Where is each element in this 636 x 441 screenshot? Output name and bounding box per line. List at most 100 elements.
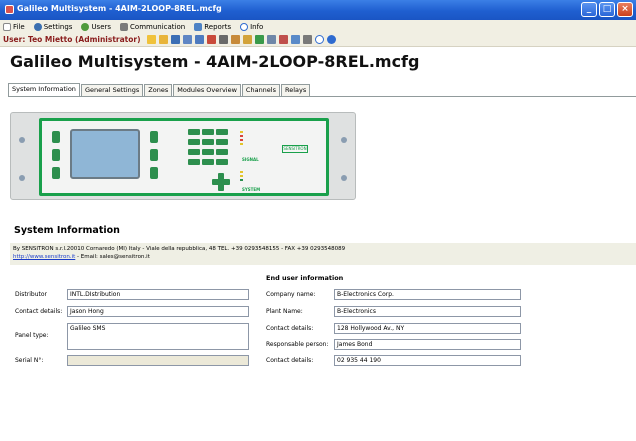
menu-label: File (13, 22, 25, 31)
mount-hole (341, 175, 347, 181)
tab-system-information[interactable]: System Information (8, 83, 80, 96)
keypad-key (216, 139, 228, 145)
page-title: Galileo Multisystem - 4AIM-2LOOP-8REL.mc… (10, 52, 420, 71)
keypad-key (188, 129, 200, 135)
tab-channels[interactable]: Channels (241, 84, 280, 96)
new-icon[interactable] (146, 35, 156, 44)
print-icon[interactable] (302, 35, 312, 44)
tab-general-settings[interactable]: General Settings (80, 84, 144, 96)
panel-type-field[interactable]: Galileo SMS (67, 323, 249, 350)
tab-divider (8, 96, 636, 97)
distributor-field[interactable]: INTL.DIstribution (67, 289, 249, 300)
tab-zones[interactable]: Zones (144, 84, 173, 96)
toolbar: User: Teo Mietto (Administrator) (0, 33, 636, 47)
minimize-button[interactable]: _ (581, 2, 597, 17)
close-button[interactable]: × (617, 2, 633, 17)
menu-bar: File Settings Users Communication Report… (0, 20, 636, 33)
device-front: SIGNAL SYSTEM SENSITRON (39, 118, 329, 196)
compare-icon[interactable] (194, 35, 204, 44)
info-small-icon[interactable] (314, 35, 324, 44)
contact-details-field[interactable]: Jason Hong (67, 306, 249, 317)
keypad-key (202, 149, 214, 155)
device-panel: SIGNAL SYSTEM SENSITRON (10, 112, 356, 200)
export-icon[interactable] (206, 35, 216, 44)
panel-type-label: Panel type: (15, 332, 49, 339)
menu-reports[interactable]: Reports (194, 22, 232, 31)
status-led (240, 131, 243, 133)
menu-info[interactable]: Info (240, 22, 264, 31)
responsable-person-label: Responsable person: (266, 341, 329, 348)
email-text: - Email: sales@sensitron.it (75, 254, 150, 260)
dpad-icon (218, 173, 224, 191)
open-icon[interactable] (158, 35, 168, 44)
connect-icon[interactable] (218, 35, 228, 44)
help-icon[interactable] (326, 35, 336, 44)
status-led (240, 143, 243, 145)
keypad-key (202, 139, 214, 145)
app-icon (5, 5, 14, 14)
keypad-key (216, 159, 228, 165)
side-button (52, 131, 60, 143)
communication-icon (120, 22, 129, 31)
menu-settings[interactable]: Settings (33, 22, 73, 31)
maximize-button[interactable]: □ (599, 2, 615, 17)
contact-phone-field[interactable]: 02 935 44 190 (334, 355, 521, 366)
serial-number-label: Serial N°: (15, 357, 44, 364)
company-name-field[interactable]: B-Electronics Corp. (334, 289, 521, 300)
mount-hole (341, 137, 347, 143)
contact-details-label: Contact details: (266, 325, 314, 332)
mount-hole (19, 137, 25, 143)
chart-icon[interactable] (290, 35, 300, 44)
status-led (240, 171, 243, 173)
menu-label: Settings (43, 22, 73, 31)
side-button (150, 131, 158, 143)
users-icon (81, 22, 90, 31)
side-button (150, 149, 158, 161)
file-icon (3, 22, 11, 31)
window-title: Galileo Multisystem - 4AIM-2LOOP-8REL.mc… (17, 4, 222, 13)
company-info: By SENSITRON s.r.l.20010 Cornaredo (MI) … (10, 243, 636, 265)
company-name-label: Company name: (266, 291, 316, 298)
window-titlebar: Galileo Multisystem - 4AIM-2LOOP-8REL.mc… (0, 0, 636, 20)
company-contacts: http://www.sensitron.it - Email: sales@s… (13, 253, 633, 261)
keypad-key (188, 159, 200, 165)
lcd-screen (70, 129, 140, 179)
menu-file[interactable]: File (3, 22, 25, 31)
tab-strip: System Information General Settings Zone… (8, 83, 311, 96)
info-icon (240, 22, 249, 31)
settings-icon (33, 22, 42, 31)
tab-relays[interactable]: Relays (281, 84, 311, 96)
grid-icon[interactable] (266, 35, 276, 44)
keypad-key (202, 129, 214, 135)
signal-label: SIGNAL (242, 157, 259, 162)
side-button (52, 167, 60, 179)
tab-modules-overview[interactable]: Modules Overview (173, 84, 241, 96)
contact-phone-label: Contact details: (266, 357, 314, 364)
mount-hole (19, 175, 25, 181)
menu-communication[interactable]: Communication (120, 22, 185, 31)
refresh-icon[interactable] (254, 35, 264, 44)
contact-details-field[interactable]: 128 Hollywood Av., NY (334, 323, 521, 334)
save-icon[interactable] (170, 35, 180, 44)
contact-details-label: Contact details: (15, 308, 63, 315)
arrows-icon[interactable] (278, 35, 288, 44)
status-led (240, 135, 243, 137)
menu-label: Reports (204, 22, 232, 31)
plant-name-field[interactable]: B-Electronics (334, 306, 521, 317)
keypad-key (216, 149, 228, 155)
current-user-label: User: Teo Mietto (Administrator) (3, 35, 141, 44)
side-button (150, 167, 158, 179)
keypad-key (188, 139, 200, 145)
company-address: By SENSITRON s.r.l.20010 Cornaredo (MI) … (13, 246, 346, 252)
menu-users[interactable]: Users (81, 22, 111, 31)
save-as-icon[interactable] (182, 35, 192, 44)
website-link[interactable]: http://www.sensitron.it (13, 254, 75, 260)
key-icon[interactable] (242, 35, 252, 44)
reports-icon (194, 22, 203, 31)
device-logo: SENSITRON (282, 145, 308, 153)
serial-number-field[interactable] (67, 355, 249, 366)
user-icon[interactable] (230, 35, 240, 44)
plant-name-label: Plant Name: (266, 308, 303, 315)
responsable-person-field[interactable]: James Bond (334, 339, 521, 350)
menu-label: Info (250, 22, 264, 31)
